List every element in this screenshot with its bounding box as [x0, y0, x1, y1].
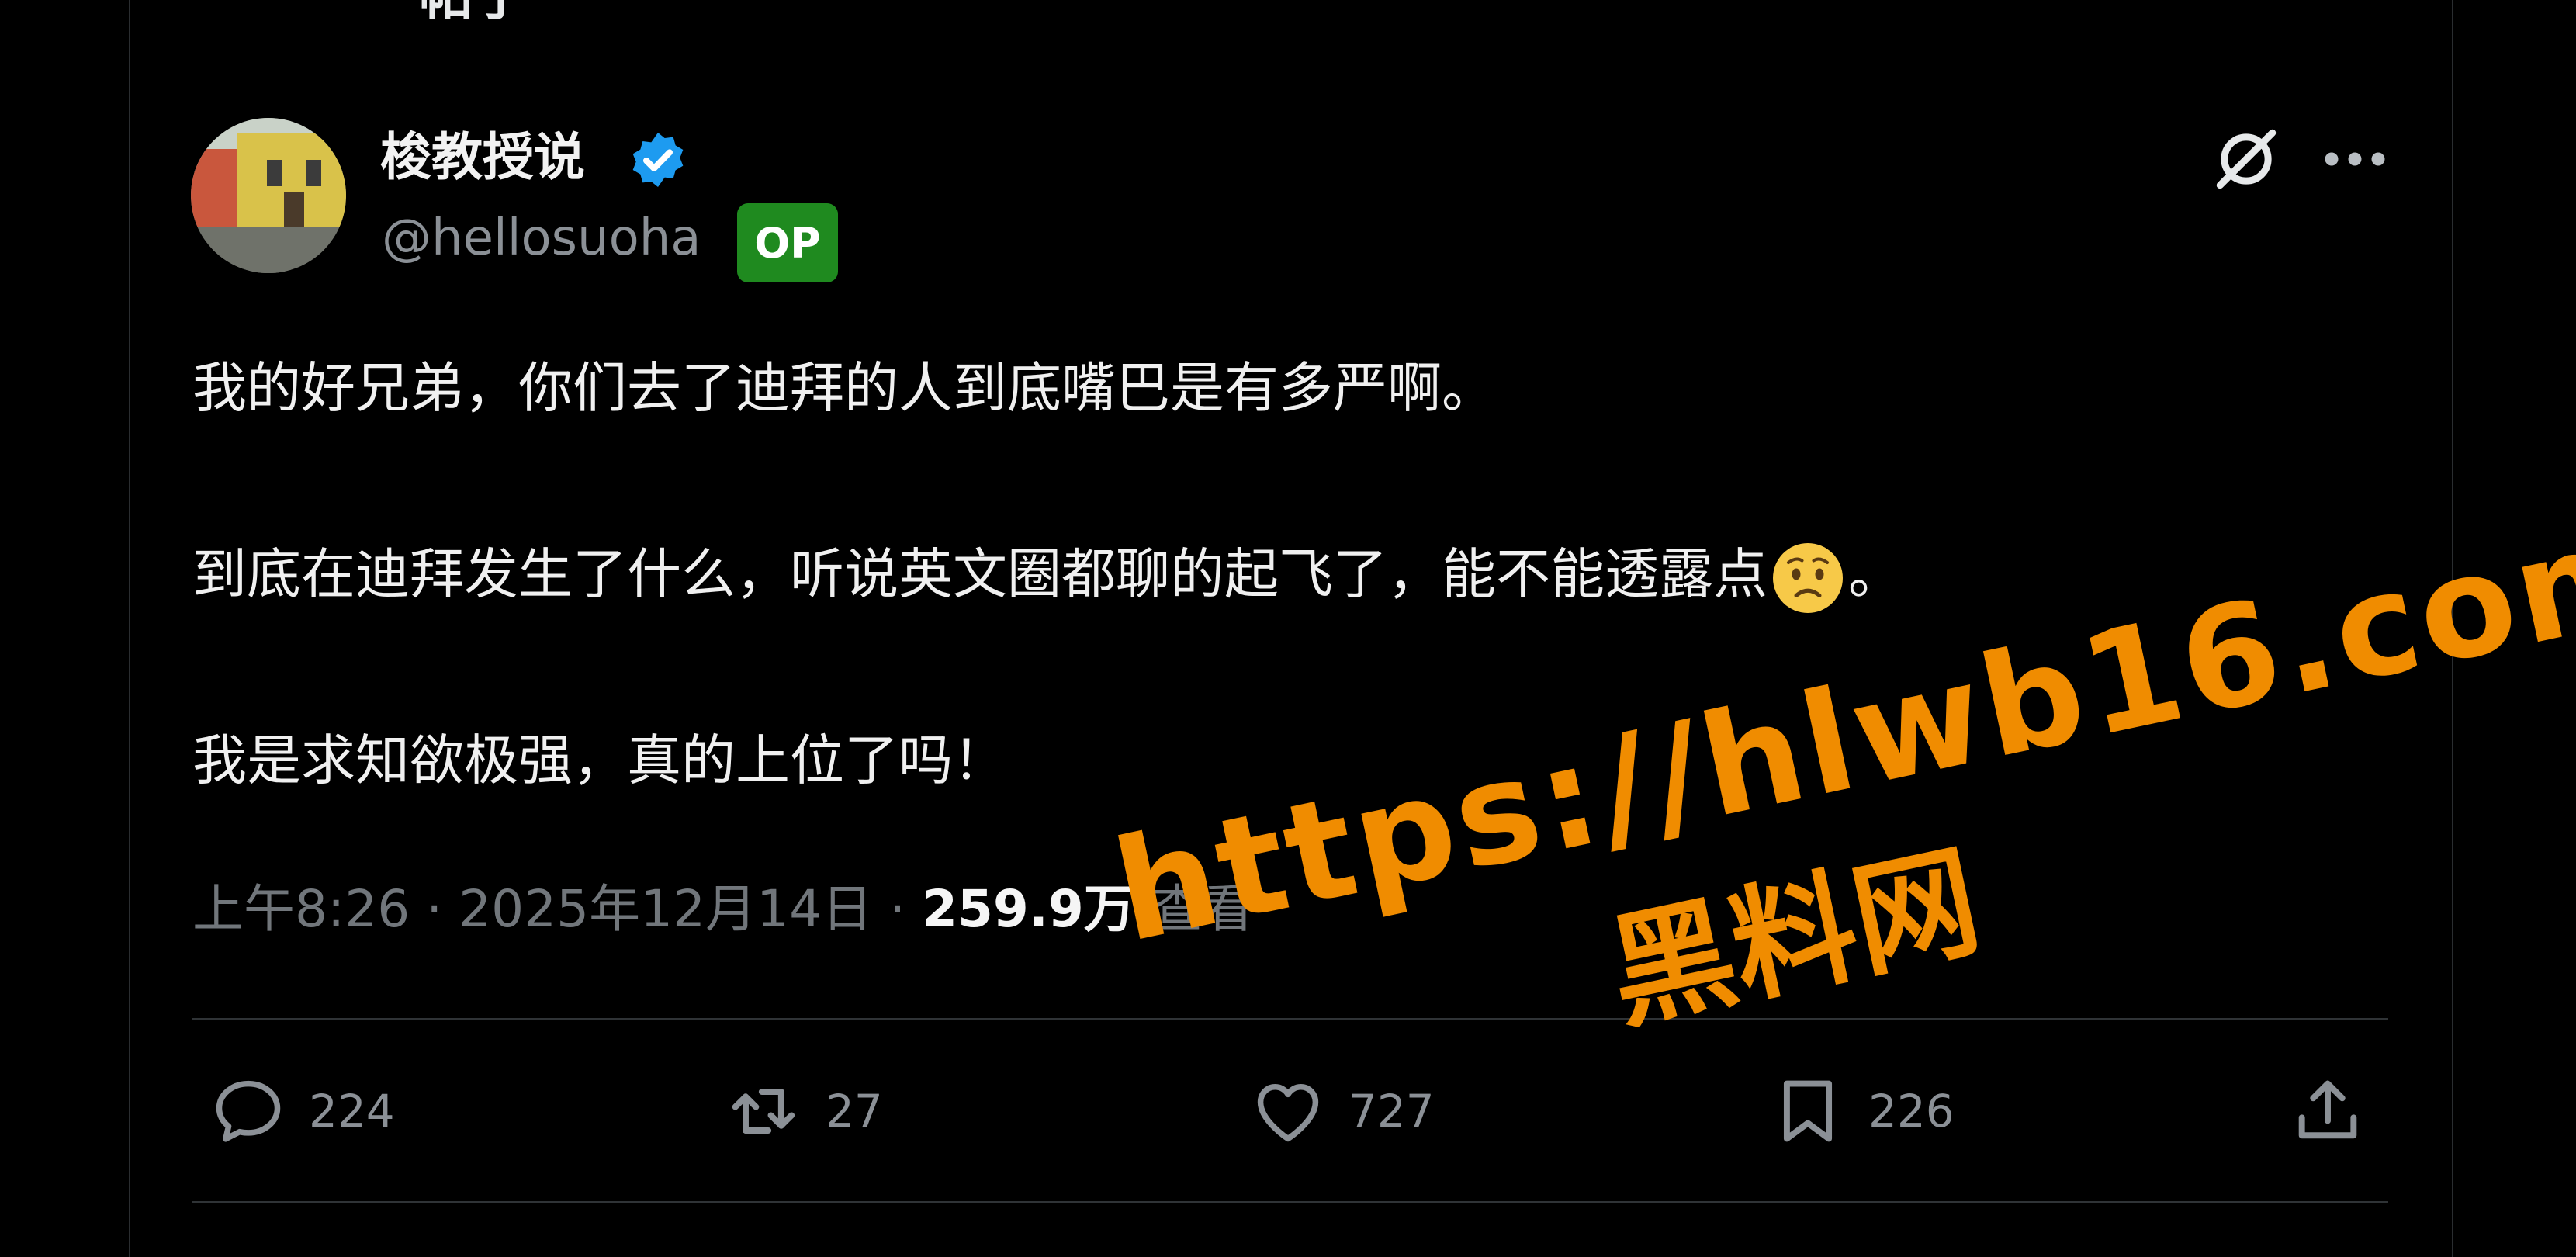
- post-meta: 上午8:26 · 2025年12月14日 · 259.9万 查看: [192, 871, 1254, 948]
- retweet-count: 27: [826, 1085, 883, 1138]
- avatar[interactable]: [191, 118, 346, 273]
- post-text-line-3: 我是求知欲极强，真的上位了吗！: [192, 729, 1007, 792]
- column-border-left: [129, 0, 130, 1257]
- divider-bottom: [192, 1201, 2388, 1203]
- share-button[interactable]: [2289, 1065, 2367, 1158]
- op-badge: OP: [737, 203, 838, 282]
- post-text-line-2-end: 。: [1848, 542, 1903, 606]
- verified-badge-icon: [632, 133, 684, 187]
- post-date[interactable]: 2025年12月14日: [459, 879, 873, 939]
- like-count: 727: [1349, 1085, 1435, 1138]
- grok-icon[interactable]: [2211, 124, 2281, 194]
- post-text-line-2: 到底在迪拜发生了什么，听说英文圈都聊的起飞了，能不能透露点 。: [192, 535, 1903, 617]
- meta-separator: ·: [889, 879, 906, 939]
- reply-count: 224: [309, 1085, 395, 1138]
- divider-top: [192, 1018, 2388, 1020]
- post-text-line-2-start: 到底在迪拜发生了什么，听说英文圈都聊的起飞了，能不能透露点: [192, 542, 1768, 606]
- views-label: 查看: [1151, 879, 1254, 939]
- bookmark-button[interactable]: 226: [1769, 1065, 1955, 1158]
- post-text-line-1: 我的好兄弟，你们去了迪拜的人到底嘴巴是有多严啊。: [192, 356, 1496, 420]
- author-display-name[interactable]: 梭教授说: [380, 123, 585, 192]
- more-options-icon[interactable]: [2320, 140, 2390, 178]
- reply-icon: [216, 1080, 281, 1142]
- column-border-right: [2452, 0, 2453, 1257]
- worried-face-emoji-icon: [1773, 542, 1843, 613]
- previous-post-fragment: 帖子: [419, 0, 528, 30]
- bookmark-count: 226: [1868, 1085, 1955, 1138]
- share-icon: [2298, 1080, 2357, 1139]
- bookmark-icon: [1783, 1080, 1833, 1142]
- post-time[interactable]: 上午8:26: [192, 879, 410, 939]
- like-icon: [1257, 1084, 1319, 1142]
- meta-separator: ·: [426, 879, 443, 939]
- reply-button[interactable]: 224: [209, 1065, 395, 1158]
- author-handle[interactable]: @hellosuoha: [382, 203, 701, 273]
- retweet-button[interactable]: 27: [726, 1065, 883, 1158]
- views-count: 259.9万: [922, 879, 1135, 939]
- retweet-icon: [732, 1089, 795, 1134]
- like-button[interactable]: 727: [1249, 1065, 1435, 1158]
